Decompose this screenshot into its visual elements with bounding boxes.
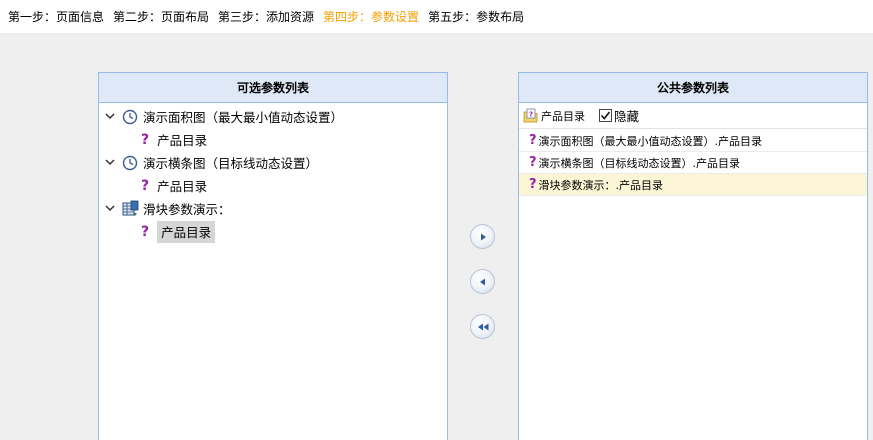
public-param-label: 演示面积图（最大最小值动态设置）.产品目录 bbox=[538, 134, 763, 148]
tree-leaf-product-catalog[interactable]: ? 产品目录 bbox=[99, 128, 447, 151]
public-params-toolbar: ? 产品目录 隐藏 bbox=[519, 103, 867, 129]
tree-node-bar-chart[interactable]: 演示横条图（目标线动态设置） bbox=[99, 151, 447, 174]
remove-all-params-button[interactable] bbox=[470, 314, 495, 339]
tree-leaf-product-catalog[interactable]: ? 产品目录 bbox=[99, 174, 447, 197]
param-tree: 演示面积图（最大最小值动态设置） ? 产品目录 演示横条图（目标线动态设置） ?… bbox=[99, 103, 447, 243]
tree-node-label: 演示横条图（目标线动态设置） bbox=[143, 156, 319, 171]
step-3[interactable]: 第三步：添加资源 bbox=[218, 8, 314, 25]
available-params-title: 可选参数列表 bbox=[99, 73, 447, 103]
double-arrow-left-icon bbox=[477, 323, 488, 330]
add-param-button[interactable] bbox=[470, 224, 495, 249]
arrow-left-icon bbox=[479, 278, 485, 285]
tree-leaf-product-catalog-selected[interactable]: ? 产品目录 bbox=[99, 220, 447, 243]
public-param-row-selected[interactable]: ? 滑块参数演示：.产品目录 bbox=[519, 174, 867, 196]
svg-text:?: ? bbox=[529, 110, 533, 118]
chevron-down-icon[interactable] bbox=[103, 156, 117, 170]
question-icon: ? bbox=[529, 154, 537, 170]
wizard-steps: 第一步：页面信息 第二步：页面布局 第三步：添加资源 第四步：参数设置 第五步：… bbox=[0, 0, 873, 33]
public-param-row[interactable]: ? 演示面积图（最大最小值动态设置）.产品目录 bbox=[519, 130, 867, 152]
question-icon: ? bbox=[141, 223, 150, 240]
public-param-label: 演示横条图（目标线动态设置）.产品目录 bbox=[538, 156, 741, 170]
question-icon: ? bbox=[529, 132, 537, 148]
step-1[interactable]: 第一步：页面信息 bbox=[8, 8, 104, 25]
chevron-down-icon[interactable] bbox=[103, 110, 117, 124]
question-icon: ? bbox=[141, 131, 150, 148]
public-params-panel: 公共参数列表 ? 产品目录 隐藏 ? 演示面积图（最大最小值动态设置）.产品目录… bbox=[518, 72, 868, 440]
tree-leaf-label: 产品目录 bbox=[157, 220, 216, 243]
chevron-down-icon[interactable] bbox=[103, 202, 117, 216]
step-4-current[interactable]: 第四步：参数设置 bbox=[323, 8, 419, 25]
folder-icon[interactable]: ? bbox=[523, 108, 539, 124]
clock-icon bbox=[121, 154, 139, 172]
public-params-title: 公共参数列表 bbox=[519, 73, 867, 103]
arrow-right-icon bbox=[480, 233, 486, 240]
question-icon: ? bbox=[141, 177, 150, 194]
public-param-row[interactable]: ? 演示横条图（目标线动态设置）.产品目录 bbox=[519, 152, 867, 174]
remove-param-button[interactable] bbox=[470, 269, 495, 294]
tree-leaf-label: 产品目录 bbox=[157, 179, 208, 194]
tree-node-label: 滑块参数演示： bbox=[143, 202, 231, 217]
data-table-icon bbox=[121, 200, 139, 218]
tree-node-area-chart[interactable]: 演示面积图（最大最小值动态设置） bbox=[99, 105, 447, 128]
clock-icon bbox=[121, 108, 139, 126]
public-param-label: 滑块参数演示：.产品目录 bbox=[538, 178, 664, 192]
step-5[interactable]: 第五步：参数布局 bbox=[428, 8, 524, 25]
tree-leaf-label: 产品目录 bbox=[157, 133, 208, 148]
tree-node-label: 演示面积图（最大最小值动态设置） bbox=[143, 110, 344, 125]
question-icon: ? bbox=[529, 176, 537, 192]
hide-checkbox[interactable] bbox=[599, 109, 612, 122]
public-params-list: ? 演示面积图（最大最小值动态设置）.产品目录 ? 演示横条图（目标线动态设置）… bbox=[519, 129, 867, 196]
available-params-panel: 可选参数列表 演示面积图（最大最小值动态设置） ? 产品目录 演示横条图（目标线… bbox=[98, 72, 448, 440]
tree-node-slider-demo[interactable]: 滑块参数演示： bbox=[99, 197, 447, 220]
step-2[interactable]: 第二步：页面布局 bbox=[113, 8, 209, 25]
hide-label[interactable]: 隐藏 bbox=[614, 106, 639, 125]
folder-label[interactable]: 产品目录 bbox=[541, 108, 585, 124]
check-icon bbox=[600, 111, 611, 120]
